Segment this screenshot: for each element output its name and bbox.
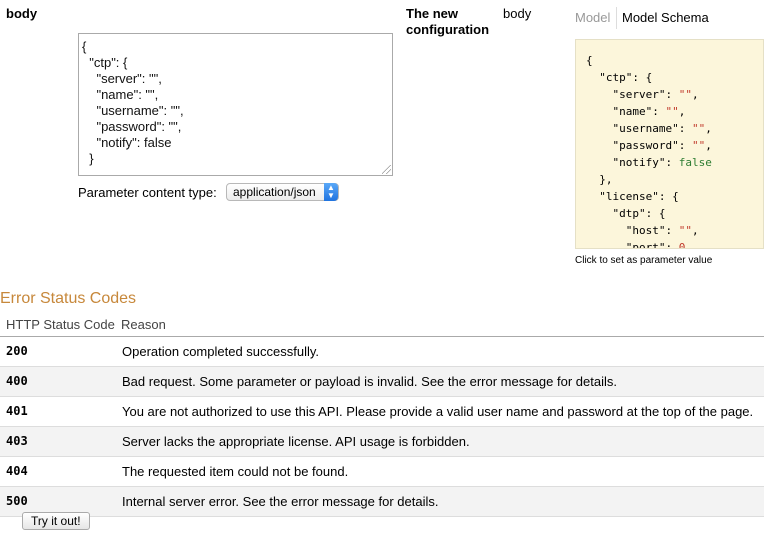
status-code: 401 bbox=[6, 404, 28, 418]
body-value-textarea[interactable] bbox=[79, 34, 392, 175]
table-row: 500 Internal server error. See the error … bbox=[0, 487, 764, 517]
tab-model-schema[interactable]: Model Schema bbox=[622, 10, 709, 25]
schema-value: "" bbox=[678, 224, 692, 237]
error-codes-title: Error Status Codes bbox=[0, 290, 137, 307]
status-code: 400 bbox=[6, 374, 28, 388]
content-type-label: Parameter content type: bbox=[78, 185, 217, 200]
schema-line: "host": "", bbox=[586, 224, 699, 237]
header-code: HTTP Status Code bbox=[6, 317, 115, 332]
status-reason: Server lacks the appropriate license. AP… bbox=[122, 434, 470, 449]
table-row: 403 Server lacks the appropriate license.… bbox=[0, 427, 764, 457]
tab-model[interactable]: Model bbox=[575, 10, 610, 25]
status-reason: Internal server error. See the error mes… bbox=[122, 494, 439, 509]
content-type-select[interactable]: application/json ▲ ▼ bbox=[226, 183, 339, 201]
parameter-description: The new configuration bbox=[406, 6, 490, 37]
status-reason: Bad request. Some parameter or payload i… bbox=[122, 374, 617, 389]
error-codes-table: HTTP Status Code Reason 200 Operation com… bbox=[0, 314, 764, 517]
table-row: 200 Operation completed successfully. bbox=[0, 337, 764, 367]
schema-value: false bbox=[678, 156, 712, 169]
chevron-updown-icon: ▲ ▼ bbox=[324, 183, 338, 201]
table-row: 400 Bad request. Some parameter or payloa… bbox=[0, 367, 764, 397]
header-reason: Reason bbox=[121, 317, 166, 332]
resize-grip-icon[interactable] bbox=[382, 165, 391, 174]
schema-value: 0 bbox=[678, 241, 686, 249]
body-textarea-container bbox=[78, 33, 393, 176]
parameter-type: body bbox=[503, 6, 532, 21]
table-row: 404 The requested item could not be found… bbox=[0, 457, 764, 487]
schema-line: "name": "", bbox=[586, 105, 686, 118]
schema-line: "license": { bbox=[586, 190, 679, 203]
schema-line: "notify": false bbox=[586, 156, 712, 169]
schema-line: { bbox=[586, 54, 593, 67]
status-code: 404 bbox=[6, 464, 28, 478]
schema-value: "" bbox=[678, 88, 692, 101]
tab-divider bbox=[616, 7, 617, 29]
status-reason: Operation completed successfully. bbox=[122, 344, 320, 359]
schema-value: "" bbox=[691, 139, 706, 152]
schema-value: "" bbox=[665, 105, 679, 118]
model-schema-box[interactable]: { "ctp": { "server": "", "name": "", "us… bbox=[575, 39, 764, 249]
schema-line: "password": "", bbox=[586, 139, 712, 152]
table-header: HTTP Status Code Reason bbox=[0, 314, 764, 337]
schema-line: "dtp": { bbox=[586, 207, 666, 220]
content-type-value: application/json bbox=[233, 185, 316, 199]
status-code: 500 bbox=[6, 494, 28, 508]
status-code: 403 bbox=[6, 434, 28, 448]
schema-line: "port": 0, bbox=[586, 239, 763, 249]
schema-value: "" bbox=[691, 122, 706, 135]
try-it-out-button[interactable]: Try it out! bbox=[22, 512, 90, 530]
status-reason: You are not authorized to use this API. … bbox=[122, 404, 754, 419]
schema-line: }, bbox=[586, 173, 613, 186]
schema-line: "ctp": { bbox=[586, 71, 653, 84]
schema-line: "username": "", bbox=[586, 122, 712, 135]
status-reason: The requested item could not be found. bbox=[122, 464, 349, 479]
schema-hint: Click to set as parameter value bbox=[575, 255, 713, 266]
schema-line: "server": "", bbox=[586, 88, 699, 101]
table-row: 401 You are not authorized to use this AP… bbox=[0, 397, 764, 427]
parameter-name: body bbox=[6, 6, 38, 21]
status-code: 200 bbox=[6, 344, 28, 358]
